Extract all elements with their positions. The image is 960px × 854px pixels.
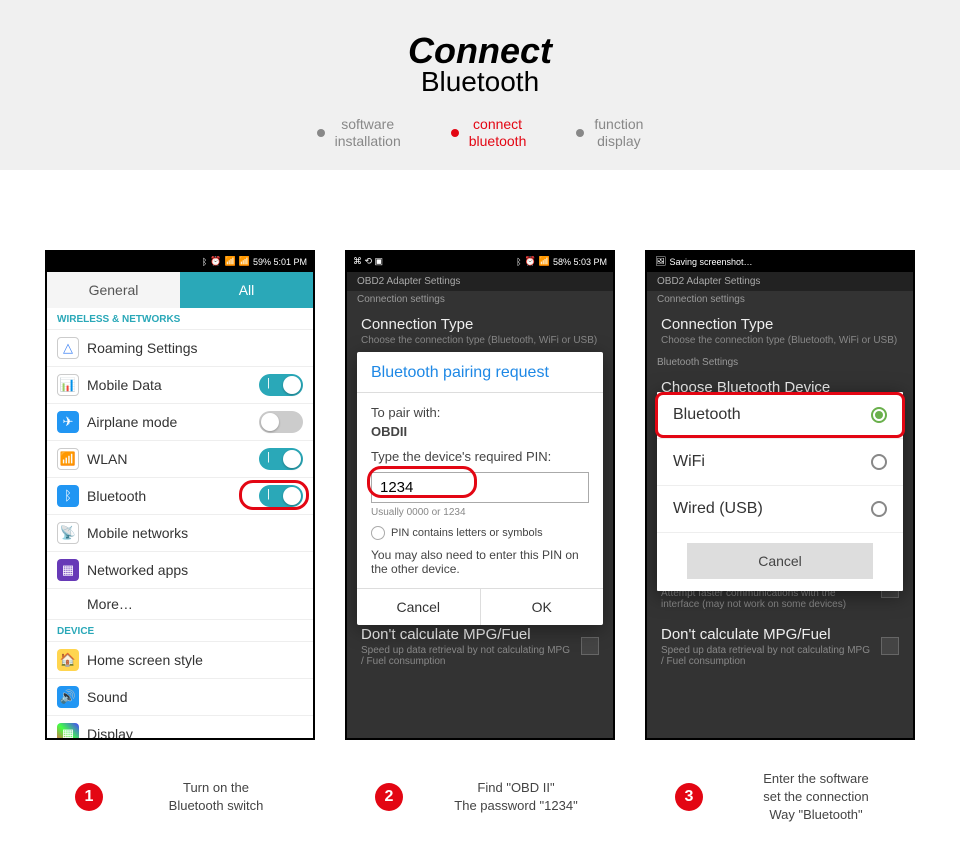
pin-input[interactable]	[371, 472, 589, 503]
wifi-icon: 📶	[539, 256, 550, 267]
dot-icon	[451, 129, 459, 137]
battery-text: 58% 5:03 PM	[553, 257, 607, 267]
status-bar: ⌘ ⟲ ▣ ᛒ ⏰ 📶 58% 5:03 PM	[347, 252, 613, 272]
mpg-card[interactable]: Don't calculate MPG/Fuel Speed up data r…	[347, 618, 613, 675]
section-device: DEVICE	[47, 620, 313, 642]
dialog-title: Bluetooth pairing request	[357, 352, 603, 393]
alarm-icon: ⏰	[210, 256, 221, 267]
status-bar: 🖼 Saving screenshot…	[647, 252, 913, 272]
screen-title: OBD2 Adapter Settings	[647, 272, 913, 291]
battery-text: 59% 5:01 PM	[253, 257, 307, 267]
row-display[interactable]: ▦ Display	[47, 716, 313, 740]
saving-text: Saving screenshot…	[669, 257, 752, 267]
antenna-icon: 📡	[57, 522, 79, 544]
caption-1: 1 Turn on theBluetooth switch	[45, 770, 315, 825]
step-badge-1: 1	[75, 783, 103, 811]
screen-title: OBD2 Adapter Settings	[347, 272, 613, 291]
cancel-button[interactable]: Cancel	[357, 589, 481, 625]
caption-3: 3 Enter the softwareset the connectionWa…	[645, 770, 915, 825]
row-sound[interactable]: 🔊 Sound	[47, 679, 313, 716]
option-wifi[interactable]: WiFi	[657, 439, 903, 486]
ok-button[interactable]: OK	[481, 589, 604, 625]
checkbox[interactable]	[581, 637, 599, 655]
signal-icon: 📶	[239, 256, 250, 267]
home-icon: 🏠	[57, 649, 79, 671]
option-bluetooth[interactable]: Bluetooth	[657, 392, 903, 439]
phone-screenshot-2: ⌘ ⟲ ▣ ᛒ ⏰ 📶 58% 5:03 PM OBD2 Adapter Set…	[345, 250, 615, 740]
apps-icon: ▦	[57, 559, 79, 581]
pin-letters-checkbox-row[interactable]: PIN contains letters or symbols	[371, 526, 589, 540]
pair-with-label: To pair with:	[371, 405, 589, 420]
cancel-button[interactable]: Cancel	[687, 543, 873, 579]
step-badge-2: 2	[375, 783, 403, 811]
caption-2: 2 Find "OBD II"The password "1234"	[345, 770, 615, 825]
row-networked-apps[interactable]: ▦ Networked apps	[47, 552, 313, 589]
connection-settings-label: Connection settings	[647, 291, 913, 308]
bluetooth-icon: ᛒ	[202, 257, 207, 267]
alarm-icon: ⏰	[525, 256, 536, 267]
bluetooth-pairing-dialog: Bluetooth pairing request To pair with: …	[357, 352, 603, 625]
row-home-screen[interactable]: 🏠 Home screen style	[47, 642, 313, 679]
row-mobile-data[interactable]: 📊 Mobile Data	[47, 367, 313, 404]
radio-selected-icon	[871, 407, 887, 423]
chart-icon: 📊	[57, 374, 79, 396]
tab-all[interactable]: All	[180, 272, 313, 308]
pin-hint: Usually 0000 or 1234	[371, 507, 589, 518]
nav-software-installation[interactable]: softwareinstallation	[317, 116, 401, 150]
toggle-wlan[interactable]	[259, 448, 303, 470]
row-bluetooth[interactable]: ᛒ Bluetooth	[47, 478, 313, 515]
radio-icon	[871, 501, 887, 517]
type-pin-label: Type the device's required PIN:	[371, 449, 589, 464]
row-roaming[interactable]: △ Roaming Settings	[47, 330, 313, 367]
mpg-card[interactable]: Don't calculate MPG/Fuel Speed up data r…	[647, 618, 913, 675]
pair-device-name: OBDII	[371, 424, 589, 439]
connection-settings-label: Connection settings	[347, 291, 613, 308]
wifi-icon: 📶	[57, 448, 79, 470]
display-icon: ▦	[57, 723, 79, 740]
page-title-sub: Bluetooth	[0, 66, 960, 98]
phone-screenshot-3: 🖼 Saving screenshot… OBD2 Adapter Settin…	[645, 250, 915, 740]
toggle-airplane[interactable]	[259, 411, 303, 433]
row-more[interactable]: More…	[47, 589, 313, 620]
image-icon: 🖼	[655, 256, 666, 267]
phone-screenshot-1: ᛒ ⏰ 📶 📶 59% 5:01 PM General All WIRELESS…	[45, 250, 315, 740]
tab-general[interactable]: General	[47, 272, 180, 308]
pin-note: You may also need to enter this PIN on t…	[371, 548, 589, 576]
checkbox[interactable]	[881, 637, 899, 655]
row-wlan[interactable]: 📶 WLAN	[47, 441, 313, 478]
dot-icon	[576, 129, 584, 137]
connection-type-dialog: Bluetooth WiFi Wired (USB) Cancel	[657, 392, 903, 591]
option-wired[interactable]: Wired (USB)	[657, 486, 903, 533]
wifi-icon: 📶	[225, 256, 236, 267]
status-bar: ᛒ ⏰ 📶 📶 59% 5:01 PM	[47, 252, 313, 272]
link-icon: ⌘ ⟲ ▣	[353, 256, 383, 267]
row-mobile-networks[interactable]: 📡 Mobile networks	[47, 515, 313, 552]
radio-icon	[871, 454, 887, 470]
roaming-icon: △	[57, 337, 79, 359]
nav-function-display[interactable]: functiondisplay	[576, 116, 643, 150]
airplane-icon: ✈	[57, 411, 79, 433]
connection-type-card[interactable]: Connection Type Choose the connection ty…	[347, 308, 613, 354]
bluetooth-settings-label: Bluetooth Settings	[647, 354, 913, 371]
header-band: Connect Bluetooth softwareinstallation c…	[0, 0, 960, 170]
checkbox-icon	[371, 526, 385, 540]
nav-steps: softwareinstallation connectbluetooth fu…	[0, 116, 960, 150]
dot-icon	[317, 129, 325, 137]
step-badge-3: 3	[675, 783, 703, 811]
row-airplane[interactable]: ✈ Airplane mode	[47, 404, 313, 441]
toggle-mobile-data[interactable]	[259, 374, 303, 396]
nav-connect-bluetooth[interactable]: connectbluetooth	[451, 116, 527, 150]
connection-type-card[interactable]: Connection Type Choose the connection ty…	[647, 308, 913, 354]
bluetooth-icon: ᛒ	[57, 485, 79, 507]
tab-bar: General All	[47, 272, 313, 308]
section-wireless: WIRELESS & NETWORKS	[47, 308, 313, 330]
sound-icon: 🔊	[57, 686, 79, 708]
phones-row: ᛒ ⏰ 📶 📶 59% 5:01 PM General All WIRELESS…	[0, 170, 960, 760]
bluetooth-icon: ᛒ	[516, 257, 521, 267]
toggle-bluetooth[interactable]	[259, 485, 303, 507]
